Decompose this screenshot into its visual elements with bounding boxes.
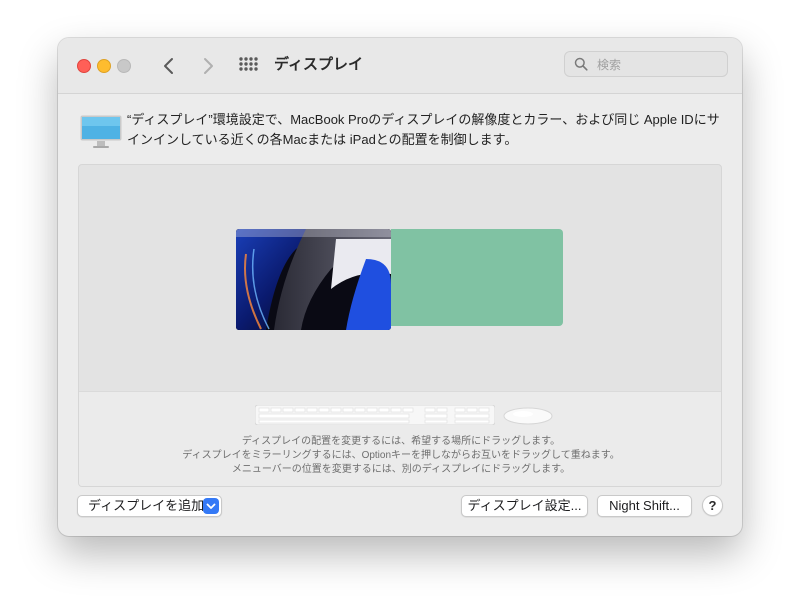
help-button[interactable]: ? [702,495,723,516]
add-display-label: ディスプレイを追加 [88,498,205,513]
arrangement-hint: ディスプレイの配置を変更するには、希望する場所にドラッグします。 ディスプレイを… [79,435,721,477]
show-all-grid-icon [239,57,258,71]
display-arrangement-area: ディスプレイの配置を変更するには、希望する場所にドラッグします。 ディスプレイを… [78,164,722,487]
chevron-right-icon [204,58,213,74]
search-field[interactable] [564,51,728,77]
back-button[interactable] [159,55,179,77]
keyboard-icon [254,404,496,430]
add-display-button[interactable]: ディスプレイを追加 [77,495,222,517]
secondary-display-thumbnail[interactable] [391,229,563,326]
hint-line: ディスプレイをミラーリングするには、Optionキーを押しながらお互いをドラッグ… [182,450,620,461]
system-preferences-window: ディスプレイ “ディスプレイ”環境設定で、MacBook Proのディスプレイの… [58,38,742,536]
chevron-left-icon [164,58,173,74]
close-window-button[interactable] [77,59,91,73]
toolbar: ディスプレイ [58,38,742,94]
window-title: ディスプレイ [274,56,363,73]
search-input[interactable] [595,55,719,75]
chevron-down-icon [203,498,219,514]
hint-line: メニューバーの位置を変更するには、別のディスプレイにドラッグします。 [231,464,571,475]
search-icon [574,57,588,71]
forward-button[interactable] [198,55,218,77]
hint-line: ディスプレイの配置を変更するには、希望する場所にドラッグします。 [241,436,561,447]
display-settings-button[interactable]: ディスプレイ設定... [461,495,588,517]
main-display-thumbnail[interactable] [236,229,391,330]
zoom-window-button[interactable] [117,59,131,73]
night-shift-button[interactable]: Night Shift... [597,495,692,517]
description-text: “ディスプレイ”環境設定で、MacBook Proのディスプレイの解像度とカラー… [127,112,720,147]
minimize-window-button[interactable] [97,59,111,73]
show-all-button[interactable] [238,56,258,76]
wallpaper-image [236,229,391,330]
display-monitor-icon [80,115,122,149]
mouse-icon [503,407,553,430]
